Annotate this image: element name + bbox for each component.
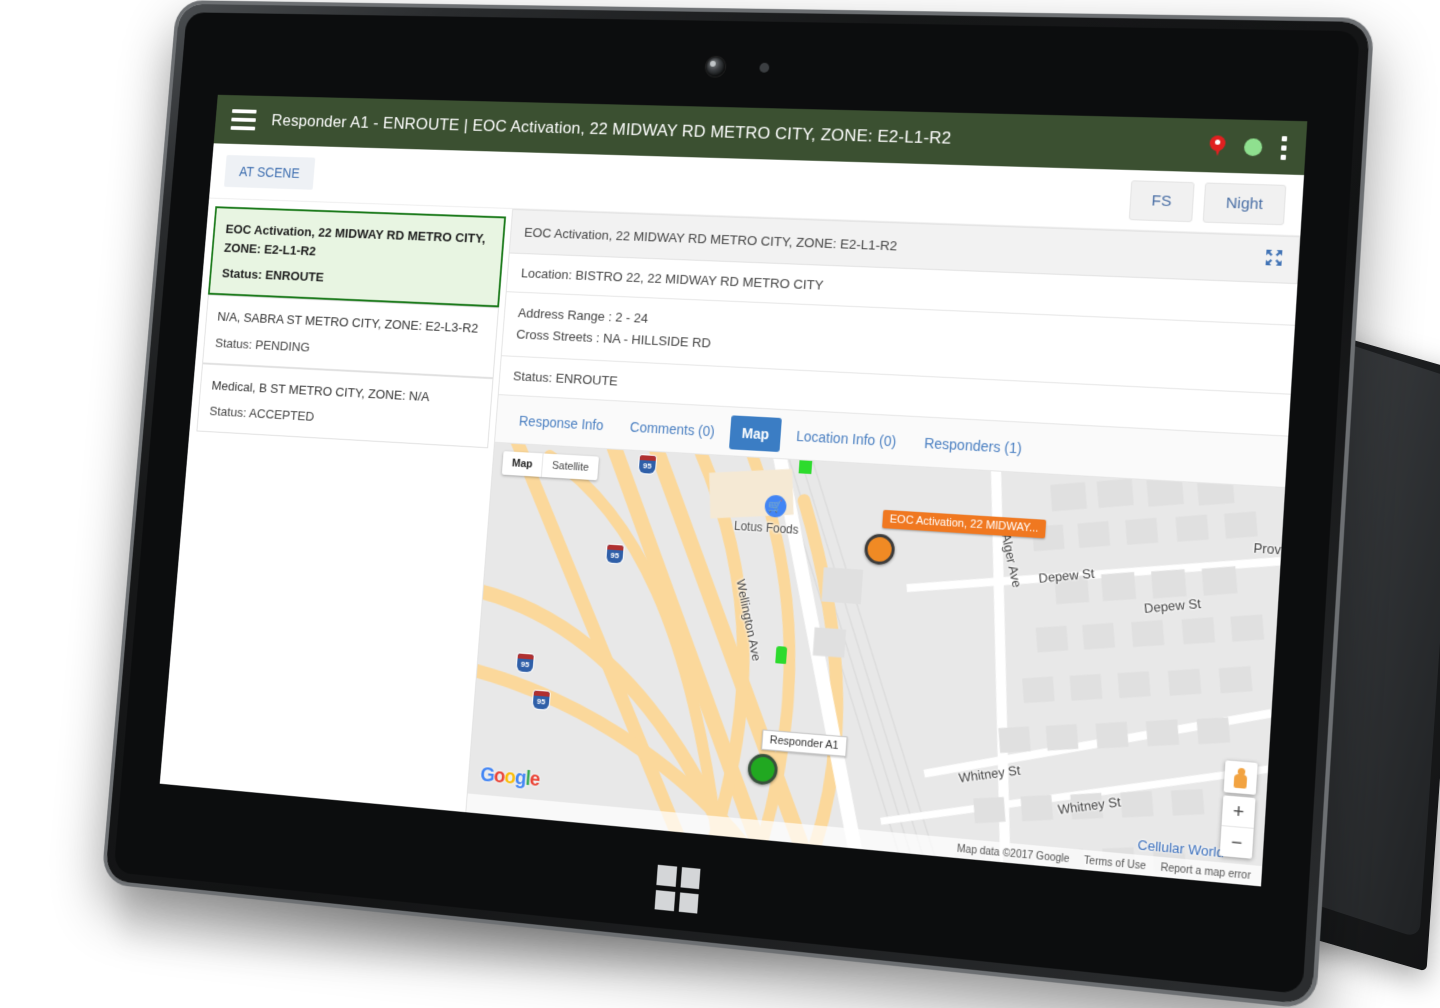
tablet-bezel: Responder A1 - ENROUTE | EOC Activation,… — [105, 3, 1370, 1005]
highway-shield-i95: 95 — [638, 454, 657, 474]
highway-shield-i95: 95 — [516, 652, 534, 673]
street-label-whitney-st: Whitney St — [957, 762, 1022, 785]
incident-map-marker[interactable] — [863, 532, 896, 566]
map-attribution-bar: Map data ©2017 Google Terms of Use Repor… — [466, 793, 1263, 887]
detail-header-title: EOC Activation, 22 MIDWAY RD METRO CITY,… — [523, 224, 898, 253]
store-cart-icon: 🛒 — [764, 494, 788, 518]
street-view-pegman-icon[interactable] — [1223, 760, 1258, 795]
incident-marker-label[interactable]: EOC Activation, 22 MIDWAY... — [882, 509, 1047, 538]
incident-title: Medical, B ST METRO CITY, ZONE: N/A — [211, 377, 431, 404]
front-camera-lens-icon — [705, 56, 726, 77]
highway-shield-i95: 95 — [606, 544, 624, 564]
app-title: Responder A1 - ENROUTE | EOC Activation,… — [270, 111, 952, 148]
map-data-attribution: Map data ©2017 Google — [956, 842, 1070, 865]
kebab-menu-icon[interactable] — [1280, 135, 1288, 160]
street-label-depew-st: Depew St — [1037, 565, 1096, 586]
app-header-actions — [1209, 134, 1288, 160]
highway-shield-i95: 95 — [532, 690, 550, 710]
tab-location-info[interactable]: Location Info (0) — [783, 418, 909, 459]
incident-list-panel: EOC Activation, 22 MIDWAY RD METRO CITY,… — [159, 198, 514, 814]
tablet-bezel-inner: Responder A1 - ENROUTE | EOC Activation,… — [113, 12, 1360, 995]
map-report-error-link[interactable]: Report a map error — [1160, 862, 1251, 882]
poi-label-lotus-foods: Lotus Foods — [733, 518, 800, 537]
map-zoom-out-button[interactable]: − — [1220, 826, 1254, 859]
expand-fullscreen-icon[interactable] — [1264, 249, 1283, 270]
poi-label-cellular-world: Cellular World — [1137, 836, 1225, 861]
ambient-light-sensor-icon — [759, 62, 770, 73]
camera-row — [182, 46, 1357, 92]
street-label-alger-ave: Alger Ave — [998, 531, 1025, 589]
google-map[interactable]: Map Satellite 🛒 Lotus Foods 95 95 95 95 … — [466, 442, 1286, 887]
incident-title: N/A, SABRA ST METRO CITY, ZONE: E2-L3-R2 — [216, 309, 479, 336]
map-marker-green-top[interactable] — [798, 457, 813, 474]
responder-marker-label[interactable]: Responder A1 — [761, 728, 848, 757]
map-terms-of-use-link[interactable]: Terms of Use — [1084, 855, 1147, 872]
map-zoom-control[interactable]: + − — [1219, 795, 1256, 859]
night-mode-button[interactable]: Night — [1202, 181, 1287, 225]
main-content: EOC Activation, 22 MIDWAY RD METRO CITY,… — [159, 198, 1301, 887]
at-scene-button[interactable]: AT SCENE — [223, 154, 316, 190]
windows-logo-icon — [654, 864, 701, 914]
hamburger-menu-icon[interactable] — [230, 109, 257, 131]
incident-title: EOC Activation, 22 MIDWAY RD METRO CITY,… — [223, 221, 487, 258]
online-status-dot-icon[interactable] — [1243, 137, 1263, 156]
tab-responders[interactable]: Responders (1) — [911, 425, 1035, 466]
map-marker-hydrant[interactable] — [775, 645, 788, 664]
street-label-prov: Prov — [1253, 540, 1282, 557]
windows-home-button[interactable] — [644, 858, 712, 921]
tablet-screen: Responder A1 - ENROUTE | EOC Activation,… — [159, 94, 1308, 887]
map-zoom-in-button[interactable]: + — [1221, 795, 1256, 829]
device-scene: Responder A1 - ENROUTE | EOC Activation,… — [0, 0, 1440, 1008]
fs-button[interactable]: FS — [1128, 179, 1195, 222]
responder-map-marker[interactable] — [746, 752, 779, 786]
tablet-device: Responder A1 - ENROUTE | EOC Activation,… — [105, 3, 1370, 1005]
incident-status: Status: PENDING — [214, 335, 311, 355]
incident-list-item[interactable]: Medical, B ST METRO CITY, ZONE: N/A Stat… — [196, 363, 494, 449]
street-label-wellington-ave: Wellington Ave — [733, 577, 764, 662]
map-type-satellite-button[interactable]: Satellite — [542, 453, 599, 480]
location-pin-icon[interactable] — [1209, 135, 1226, 157]
street-label-depew-st: Depew St — [1143, 595, 1202, 616]
incident-status: Status: ACCEPTED — [208, 403, 315, 424]
toolbar-right-actions: FS Night — [1128, 179, 1287, 225]
incident-detail-panel: EOC Activation, 22 MIDWAY RD METRO CITY,… — [466, 209, 1301, 887]
map-type-map-button[interactable]: Map — [501, 450, 544, 477]
incident-list-item-selected[interactable]: EOC Activation, 22 MIDWAY RD METRO CITY,… — [207, 206, 507, 308]
tab-comments[interactable]: Comments (0) — [617, 409, 727, 449]
street-label-whitney-st: Whitney St — [1057, 794, 1122, 817]
tab-map[interactable]: Map — [728, 414, 782, 452]
tab-response-info[interactable]: Response Info — [507, 403, 616, 442]
incident-status: Status: ENROUTE — [221, 266, 325, 285]
